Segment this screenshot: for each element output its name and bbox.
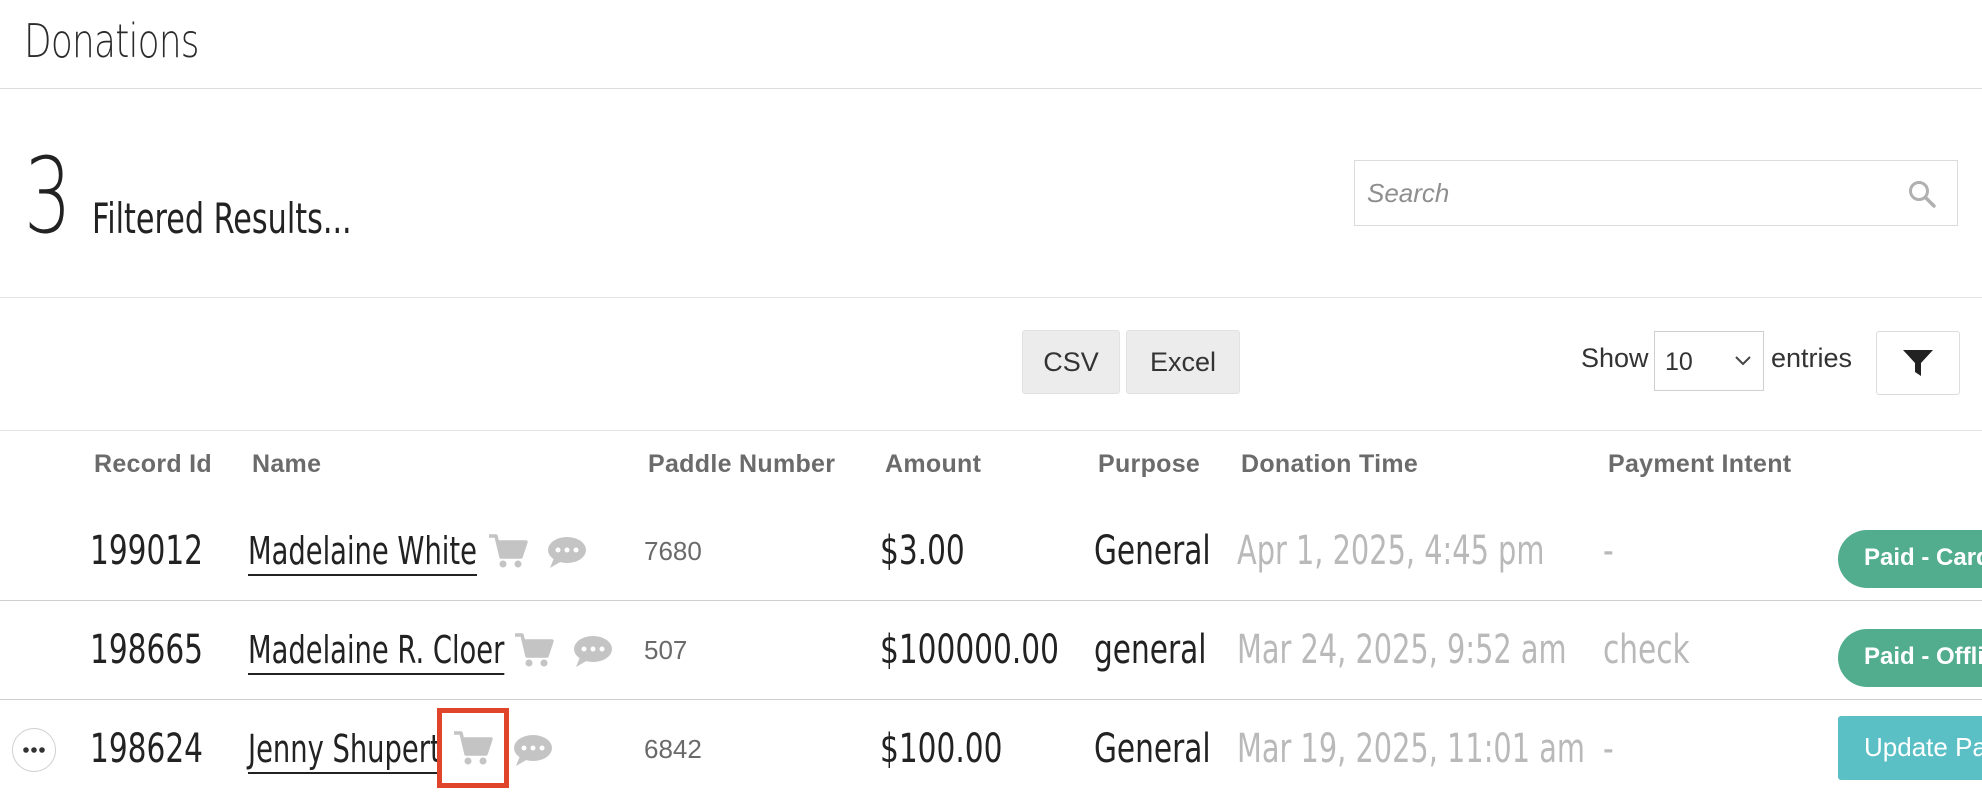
entries-per-page-select[interactable]: 10 — [1654, 331, 1764, 391]
csv-export-button[interactable]: CSV — [1022, 330, 1120, 394]
cart-icon[interactable] — [487, 532, 529, 570]
donation-time: Mar 19, 2025, 11:01 am — [1237, 726, 1585, 772]
search-box[interactable] — [1354, 160, 1958, 226]
chevron-down-icon — [1735, 356, 1751, 366]
column-header-amount[interactable]: Amount — [885, 450, 981, 479]
cart-icon[interactable] — [452, 729, 494, 767]
update-payment-button[interactable]: Update Payment — [1838, 716, 1982, 780]
table-row[interactable]: 199012 Madelaine White 7680 $3.00 Genera… — [0, 502, 1982, 601]
column-header-paddle-number[interactable]: Paddle Number — [648, 450, 835, 479]
show-label: Show — [1581, 343, 1649, 373]
column-header-payment-intent[interactable]: Payment Intent — [1608, 450, 1791, 479]
donation-time: Mar 24, 2025, 9:52 am — [1237, 627, 1567, 673]
paddle-number: 507 — [644, 635, 688, 665]
record-id: 198624 — [90, 726, 204, 772]
donation-time: Apr 1, 2025, 4:45 pm — [1237, 528, 1545, 574]
row-actions-button[interactable] — [12, 728, 56, 772]
amount: $100.00 — [880, 726, 1003, 772]
column-header-record-id[interactable]: Record Id — [94, 450, 212, 479]
search-icon[interactable] — [1907, 179, 1937, 209]
filter-icon — [1903, 350, 1933, 376]
page-title: Donations — [24, 14, 200, 68]
column-header-purpose[interactable]: Purpose — [1098, 450, 1200, 479]
payment-intent: check — [1603, 627, 1690, 673]
payment-intent: - — [1603, 528, 1614, 574]
entries-select-value: 10 — [1665, 348, 1693, 376]
donor-name-link[interactable]: Madelaine R. Cloer — [248, 627, 505, 675]
comment-icon[interactable] — [572, 633, 614, 671]
purpose: general — [1094, 627, 1207, 673]
search-input[interactable] — [1355, 161, 1895, 225]
paddle-number: 7680 — [644, 536, 702, 566]
record-id: 198665 — [90, 627, 204, 673]
purpose: General — [1094, 528, 1211, 574]
page-header: Donations — [0, 0, 1982, 89]
entries-label: entries — [1771, 343, 1853, 373]
results-count: 3 — [24, 135, 72, 257]
amount: $3.00 — [880, 528, 965, 574]
purpose: General — [1094, 726, 1211, 772]
amount: $100000.00 — [880, 627, 1059, 673]
table-row[interactable]: 198624 Jenny Shupert 6842 $100.00 Genera… — [0, 700, 1982, 799]
comment-icon[interactable] — [546, 534, 588, 572]
comment-icon[interactable] — [512, 732, 554, 770]
column-header-donation-time[interactable]: Donation Time — [1241, 450, 1418, 479]
paddle-number: 6842 — [644, 734, 702, 764]
excel-export-button[interactable]: Excel — [1126, 330, 1240, 394]
donor-name-link[interactable]: Madelaine White — [248, 528, 477, 576]
table-row[interactable]: 198665 Madelaine R. Cloer 507 $100000.00… — [0, 601, 1982, 700]
donor-name-link[interactable]: Jenny Shupert — [248, 726, 441, 774]
table-toolbar: CSV Excel Show 10 entries — [0, 299, 1982, 431]
column-header-name[interactable]: Name — [252, 450, 321, 479]
payment-intent: - — [1603, 726, 1614, 772]
status-badge[interactable]: Paid - Offline — [1838, 629, 1982, 687]
status-badge[interactable]: Paid - Card — [1838, 530, 1982, 588]
results-label: Filtered Results... — [92, 194, 352, 243]
filter-button[interactable] — [1876, 331, 1960, 395]
record-id: 199012 — [90, 528, 204, 574]
more-horizontal-icon — [23, 747, 45, 753]
results-summary: 3 Filtered Results... — [0, 90, 1982, 298]
cart-icon[interactable] — [513, 631, 555, 669]
